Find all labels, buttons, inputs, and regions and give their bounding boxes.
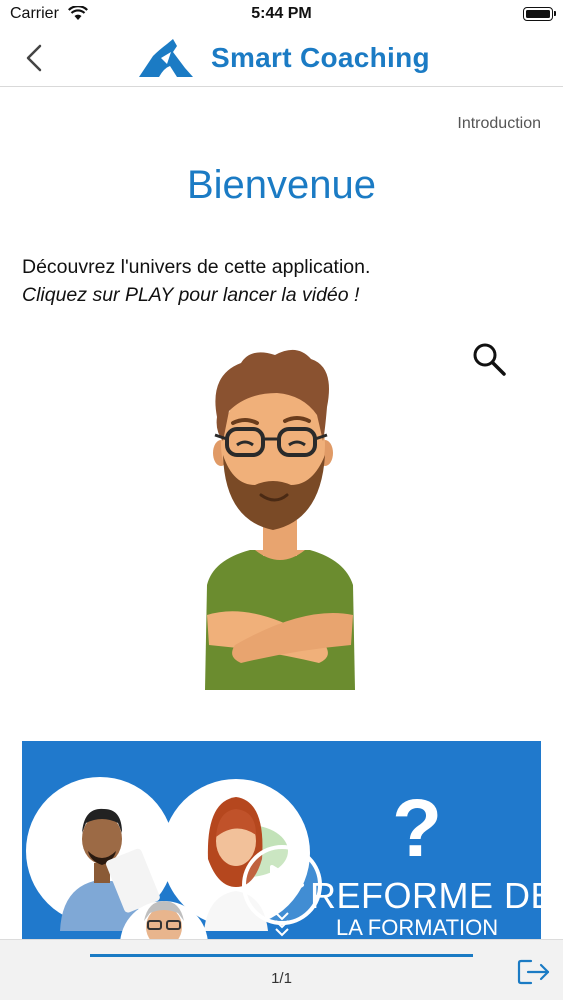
video-title-line1: REFORME DE bbox=[310, 875, 541, 916]
progress-fill bbox=[90, 954, 473, 957]
brand: Smart Coaching bbox=[137, 38, 430, 78]
intro-text: Découvrez l'univers de cette application… bbox=[22, 256, 371, 278]
page-indicator: 1/1 bbox=[271, 970, 292, 987]
progress-bar bbox=[90, 954, 473, 957]
video-title-line2: LA FORMATION bbox=[336, 915, 499, 940]
brand-logo-icon bbox=[139, 39, 193, 77]
hint-text: Cliquez sur PLAY pour lancer la vidéo ! bbox=[22, 284, 360, 306]
status-bar: Carrier 5:44 PM bbox=[0, 0, 563, 30]
question-mark: ? bbox=[392, 783, 442, 874]
video-thumbnail[interactable]: ? REFORME DE LA FORMATION bbox=[22, 741, 541, 941]
bottom-toolbar: 1/1 bbox=[0, 939, 563, 1000]
status-time: 5:44 PM bbox=[251, 5, 312, 22]
exit-icon[interactable] bbox=[517, 958, 551, 986]
app-name: Smart Coaching bbox=[211, 42, 430, 73]
battery-icon bbox=[523, 7, 556, 21]
page-title: Bienvenue bbox=[186, 163, 377, 207]
section-label: Introduction bbox=[457, 115, 541, 132]
back-chevron-icon[interactable] bbox=[20, 42, 50, 74]
nav-bar: Smart Coaching bbox=[0, 30, 563, 87]
coach-illustration bbox=[205, 349, 355, 690]
magnifier-icon[interactable] bbox=[470, 340, 508, 378]
play-icon[interactable] bbox=[240, 843, 324, 927]
